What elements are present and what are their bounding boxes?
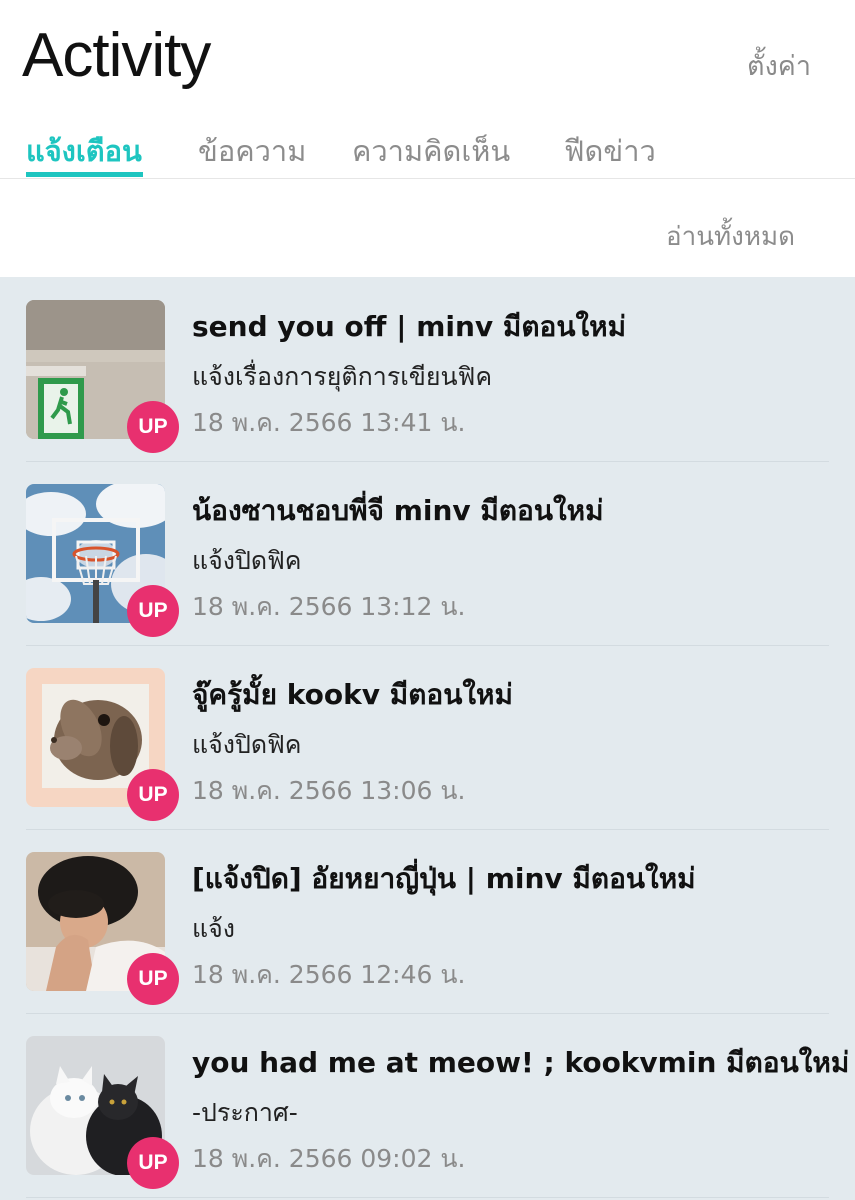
tab-bar: แจ้งเตือน ข้อความ ความคิดเห็น ฟีดข่าว — [0, 118, 855, 179]
update-badge: UP — [127, 585, 179, 637]
divider — [26, 1197, 829, 1198]
notification-item[interactable]: UP send you off | minv มีตอนใหม่ แจ้งเรื… — [0, 277, 855, 461]
notification-subtitle: -ประกาศ- — [192, 1098, 298, 1127]
notification-title: น้องซานชอบพี่จี minv มีตอนใหม่ — [192, 494, 604, 527]
notification-subtitle: แจ้งปิดฟิค — [192, 730, 302, 759]
page-title: Activity — [22, 21, 211, 90]
tab-notifications[interactable]: แจ้งเตือน — [26, 128, 142, 174]
active-tab-indicator — [26, 172, 143, 177]
notification-item[interactable]: UP จู๊ครู้มั้ย kookv มีตอนใหม่ แจ้งปิดฟิ… — [0, 645, 855, 829]
notification-time: 18 พ.ค. 2566 13:06 น. — [192, 776, 466, 805]
update-badge: UP — [127, 769, 179, 821]
notification-title: send you off | minv มีตอนใหม่ — [192, 310, 627, 343]
notification-time: 18 พ.ค. 2566 12:46 น. — [192, 960, 466, 989]
update-badge: UP — [127, 1137, 179, 1189]
tab-news-feed[interactable]: ฟีดข่าว — [564, 128, 656, 174]
notification-subtitle: แจ้งเรื่องการยุติการเขียนฟิค — [192, 362, 493, 391]
settings-button[interactable]: ตั้งค่า — [747, 44, 811, 87]
notification-item[interactable]: UP น้องซานชอบพี่จี minv มีตอนใหม่ แจ้งปิ… — [0, 461, 855, 645]
notification-item[interactable]: UP [แจ้งปิด] อัยหยาญี่ปุ่น | minv มีตอนใ… — [0, 829, 855, 1013]
notification-title: [แจ้งปิด] อัยหยาญี่ปุ่น | minv มีตอนใหม่ — [192, 862, 696, 895]
notification-title: you had me at meow! ; kookvmin มีตอนใหม่ — [192, 1046, 850, 1079]
notification-subtitle: แจ้ง — [192, 914, 235, 943]
app-header: Activity ตั้งค่า — [0, 0, 855, 100]
tab-comments[interactable]: ความคิดเห็น — [352, 128, 510, 174]
update-badge: UP — [127, 953, 179, 1005]
notification-subtitle: แจ้งปิดฟิค — [192, 546, 302, 575]
update-badge: UP — [127, 401, 179, 453]
notification-time: 18 พ.ค. 2566 09:02 น. — [192, 1144, 466, 1173]
tab-messages[interactable]: ข้อความ — [198, 128, 306, 174]
notification-list: UP send you off | minv มีตอนใหม่ แจ้งเรื… — [0, 277, 855, 1200]
notification-time: 18 พ.ค. 2566 13:12 น. — [192, 592, 466, 621]
notification-item[interactable]: UP you had me at meow! ; kookvmin มีตอนใ… — [0, 1013, 855, 1197]
notification-title: จู๊ครู้มั้ย kookv มีตอนใหม่ — [192, 678, 513, 711]
notification-time: 18 พ.ค. 2566 13:41 น. — [192, 408, 466, 437]
read-all-button[interactable]: อ่านทั้งหมด — [666, 216, 795, 257]
